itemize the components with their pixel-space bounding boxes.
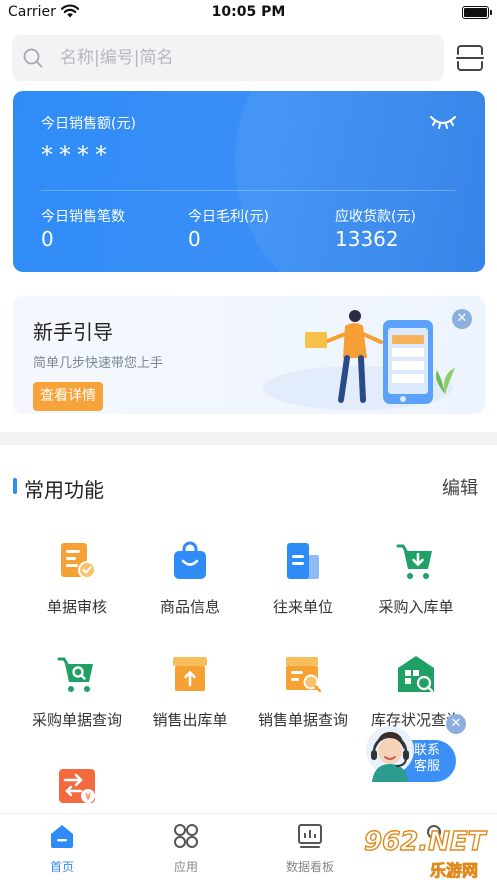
svg-text:¥: ¥ (85, 792, 91, 803)
customer-service-button[interactable]: 联系 客服 ✕ (364, 714, 466, 782)
site-watermark: 962.NET 乐游网 (363, 826, 488, 880)
building-icon (287, 543, 319, 579)
function-label: 销售出库单 (152, 711, 228, 729)
function-label: 采购单据查询 (31, 711, 122, 729)
close-guide-button[interactable]: ✕ (452, 309, 472, 329)
common-functions-title: 常用功能 (24, 478, 104, 502)
function-product-info[interactable]: 商品信息 (128, 541, 252, 617)
shopping-bag-icon (174, 541, 206, 579)
search-input[interactable] (60, 35, 430, 81)
watermark-site-name: 乐游网 (430, 861, 478, 880)
today-sales-value: **** (41, 141, 113, 169)
guide-title: 新手引导 (33, 320, 113, 344)
document-check-icon (61, 543, 96, 579)
tab-label: 应用 (173, 860, 198, 874)
search-icon (23, 48, 43, 68)
search-bar[interactable] (12, 35, 444, 81)
guide-subtitle: 简单几步快速带您上手 (33, 356, 164, 371)
cart-in-icon (396, 544, 432, 579)
card-divider (41, 190, 455, 191)
tab-label: 数据看板 (285, 860, 334, 874)
close-customer-service-button[interactable]: ✕ (446, 714, 466, 734)
sales-summary-card: 今日销售额(元) **** 今日销售笔数 0 今日毛利(元) 0 应收货款(元)… (13, 91, 485, 272)
function-label: 单据审核 (46, 598, 107, 616)
beginner-guide-banner[interactable]: 新手引导 简单几步快速带您上手 查看详情 ✕ (13, 296, 485, 414)
function-purchase-inbound[interactable]: 采购入库单 (354, 541, 478, 617)
section-separator (0, 432, 497, 445)
status-bar: Carrier 10:05 PM (0, 0, 497, 26)
view-details-button[interactable]: 查看详情 (33, 382, 103, 411)
clock: 10:05 PM (211, 4, 286, 20)
apps-icon (174, 824, 198, 848)
battery-icon (462, 6, 492, 19)
tab-dashboard[interactable]: 数据看板 (248, 822, 372, 875)
dashboard-icon (298, 824, 322, 848)
function-document-review[interactable]: 单据审核 (15, 541, 139, 617)
scan-icon[interactable] (455, 43, 485, 73)
tab-home[interactable]: 首页 (0, 822, 124, 875)
function-trading-partners[interactable]: 往来单位 (241, 541, 365, 617)
tab-label: 首页 (49, 860, 74, 874)
box-out-icon (173, 657, 207, 691)
today-count-value: 0 (41, 227, 54, 251)
today-profit-value: 0 (188, 227, 201, 251)
function-label: 销售单据查询 (257, 711, 348, 729)
cart-search-icon (57, 657, 93, 692)
section-marker (13, 478, 17, 494)
customer-service-line1: 联系 (414, 743, 441, 758)
today-sales-label: 今日销售额(元) (41, 116, 136, 132)
watermark-logo-text: 962.NET (364, 827, 488, 857)
function-sales-outbound[interactable]: 销售出库单 (128, 654, 252, 730)
function-purchase-query[interactable]: 采购单据查询 (15, 654, 139, 730)
function-sales-query[interactable]: 销售单据查询 (241, 654, 365, 730)
receivable-value: 13362 (335, 227, 399, 251)
customer-service-line2: 客服 (414, 759, 441, 774)
function-label: 商品信息 (159, 598, 220, 616)
function-label: 采购入库单 (378, 598, 454, 616)
hide-amount-icon[interactable] (429, 113, 457, 131)
exchange-yuan-icon: ¥ (59, 769, 95, 803)
today-profit-label: 今日毛利(元) (188, 209, 269, 225)
tab-apps[interactable]: 应用 (124, 822, 248, 875)
guide-illustration (263, 310, 455, 410)
receivable-label: 应收货款(元) (335, 209, 416, 225)
warehouse-search-icon (398, 656, 434, 693)
home-icon (51, 825, 73, 848)
today-count-label: 今日销售笔数 (41, 209, 125, 225)
function-label: 往来单位 (272, 598, 333, 616)
receipt-search-icon (286, 657, 322, 693)
edit-button[interactable]: 编辑 (442, 474, 478, 500)
customer-service-label: 联系 客服 (414, 743, 440, 775)
agent-avatar-icon (366, 726, 414, 782)
